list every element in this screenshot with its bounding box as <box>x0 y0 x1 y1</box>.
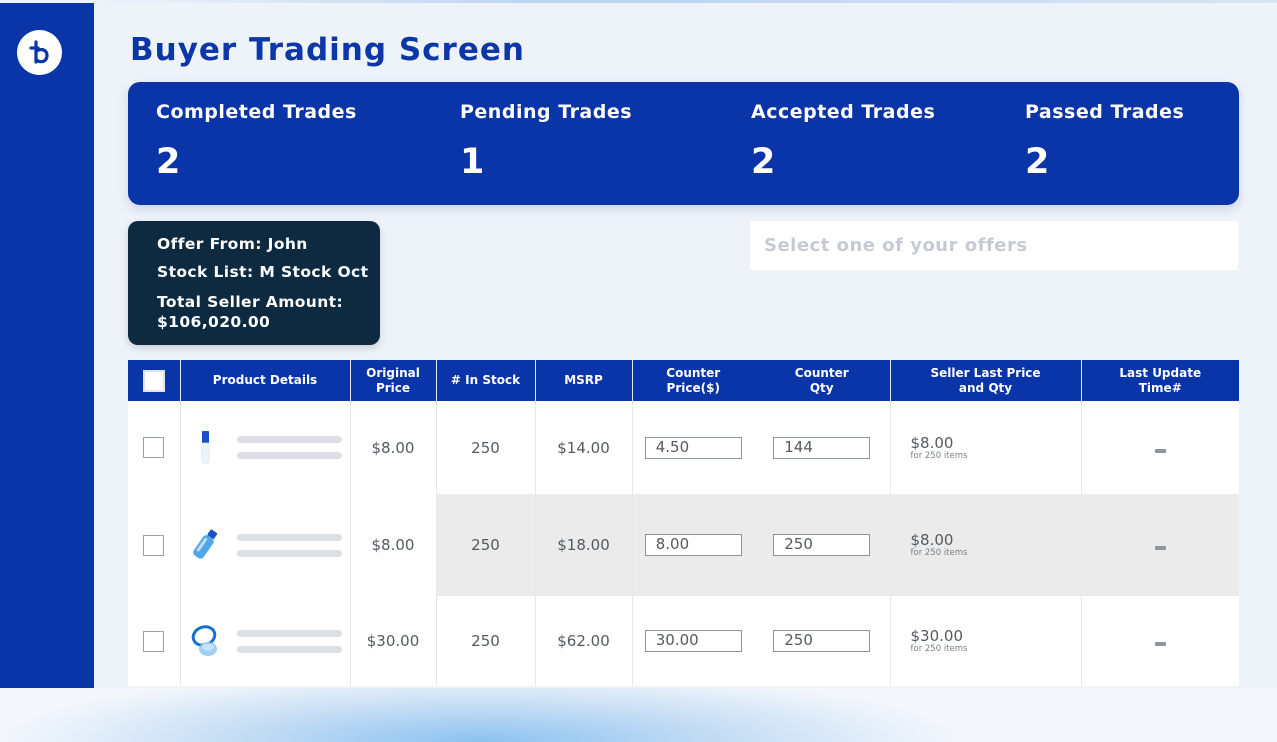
original-price-cell: $30.00 <box>350 596 437 686</box>
offer-stock-list: Stock List: M Stock Oct <box>157 263 369 281</box>
counter-qty-input[interactable]: 250 <box>773 630 871 652</box>
header-line: Time# <box>1138 380 1182 395</box>
counter-price-cell: 30.00 <box>632 596 754 686</box>
product-placeholder-text <box>236 621 342 662</box>
seller-last-price-cell: $8.00 for 250 items <box>890 401 1082 494</box>
counter-price-cell: 4.50 <box>632 401 754 494</box>
header-line: Counter <box>794 365 849 380</box>
empty-dash-icon <box>1154 546 1166 550</box>
seller-last-price: $8.00 <box>910 531 954 549</box>
table-header-row: Product Details Original Price # In Stock… <box>128 360 1239 401</box>
header-line: Price <box>375 380 411 395</box>
original-price-cell: $8.00 <box>350 401 437 494</box>
row-checkbox-cell <box>128 401 181 494</box>
page-title: Buyer Trading Screen <box>130 32 525 68</box>
seller-last-qty: for 250 items <box>910 450 968 461</box>
header-original-price[interactable]: Original Price <box>350 360 437 401</box>
bottom-glow <box>0 688 1277 742</box>
seller-last-price-cell: $8.00 for 250 items <box>890 494 1082 596</box>
product-details-cell[interactable] <box>180 596 351 686</box>
header-line: and Qty <box>958 380 1013 395</box>
row-checkbox-cell <box>128 596 181 686</box>
stat-label: Passed Trades <box>1025 101 1185 123</box>
row-checkbox[interactable] <box>143 534 165 556</box>
stat-value: 1 <box>460 142 485 182</box>
last-update-cell <box>1081 596 1239 686</box>
counter-price-input[interactable]: 8.00 <box>644 534 742 556</box>
header-line: Seller Last Price <box>930 365 1041 380</box>
offer-select-input[interactable] <box>764 235 1224 256</box>
header-product-details[interactable]: Product Details <box>180 360 351 401</box>
offer-from: Offer From: John <box>157 235 308 253</box>
stat-label: Accepted Trades <box>751 101 936 123</box>
header-line: Counter <box>666 365 721 380</box>
row-checkbox-cell <box>128 494 181 596</box>
empty-dash-icon <box>1154 642 1166 646</box>
header-seller-last-price[interactable]: Seller Last Price and Qty <box>890 360 1082 401</box>
stat-label: Pending Trades <box>460 101 633 123</box>
original-price-cell: $8.00 <box>350 494 437 596</box>
offer-summary-card: Offer From: John Stock List: M Stock Oct… <box>128 221 380 345</box>
counter-price-input[interactable]: 4.50 <box>644 436 742 459</box>
stat-value: 2 <box>1025 142 1050 182</box>
header-last-update[interactable]: Last Update Time# <box>1081 360 1239 401</box>
offer-select-field[interactable] <box>750 221 1238 270</box>
product-placeholder-text <box>236 427 342 468</box>
stat-value: 2 <box>751 142 776 182</box>
counter-price-cell: 8.00 <box>632 494 754 596</box>
table-row: $8.00 250 $18.00 8.00 250 $8.00 for 250 … <box>128 494 1239 596</box>
table-row: $8.00 250 $14.00 4.50 144 $8.00 for 250 … <box>128 401 1239 494</box>
spray-icon <box>189 525 223 565</box>
header-line: Price($) <box>666 380 720 395</box>
header-in-stock[interactable]: # In Stock <box>436 360 536 401</box>
counter-qty-input[interactable]: 250 <box>773 534 871 556</box>
seller-last-price: $8.00 <box>910 433 954 452</box>
product-details-cell[interactable] <box>180 494 351 596</box>
header-counter-price[interactable]: Counter Price($) <box>632 360 754 401</box>
sidebar <box>0 3 94 688</box>
msrp-cell: $62.00 <box>535 596 633 686</box>
msrp-cell: $14.00 <box>535 401 633 494</box>
in-stock-cell: 250 <box>436 401 536 494</box>
counter-price-input[interactable]: 30.00 <box>644 630 742 652</box>
header-msrp[interactable]: MSRP <box>535 360 633 401</box>
bottle-icon <box>189 428 223 468</box>
product-placeholder-text <box>236 525 342 566</box>
in-stock-cell: 250 <box>436 596 536 686</box>
offer-total-label: Total Seller Amount: <box>157 293 344 311</box>
offer-total-value: $106,020.00 <box>157 313 271 331</box>
row-checkbox[interactable] <box>143 630 165 652</box>
seller-last-qty: for 250 items <box>910 644 968 654</box>
top-accent-line <box>94 0 1277 3</box>
seller-last-price-cell: $30.00 for 250 items <box>890 596 1082 686</box>
empty-dash-icon <box>1154 448 1166 453</box>
msrp-cell: $18.00 <box>535 494 633 596</box>
in-stock-cell: 250 <box>436 494 536 596</box>
last-update-cell <box>1081 494 1239 596</box>
bowl-icon <box>189 621 223 661</box>
stats-panel: Completed Trades 2 Pending Trades 1 Acce… <box>128 82 1239 205</box>
select-all-cell <box>128 360 181 401</box>
counter-qty-cell: 144 <box>754 401 891 494</box>
table-row: $30.00 250 $62.00 30.00 250 $30.00 for 2… <box>128 596 1239 686</box>
counter-qty-cell: 250 <box>754 494 891 596</box>
trade-table: Product Details Original Price # In Stock… <box>128 360 1239 686</box>
product-details-cell[interactable] <box>180 401 351 494</box>
select-all-checkbox[interactable] <box>142 369 165 392</box>
stat-value: 2 <box>156 142 181 182</box>
header-line: Last Update <box>1119 365 1202 380</box>
seller-last-price: $30.00 <box>910 627 964 645</box>
last-update-cell <box>1081 401 1239 494</box>
header-line: Qty <box>809 380 834 395</box>
header-line: Original <box>366 365 420 380</box>
row-checkbox[interactable] <box>143 437 165 458</box>
counter-qty-input[interactable]: 144 <box>773 436 871 459</box>
app-logo-icon[interactable] <box>17 30 62 75</box>
counter-qty-cell: 250 <box>754 596 891 686</box>
header-counter-qty[interactable]: Counter Qty <box>754 360 891 401</box>
seller-last-qty: for 250 items <box>910 548 968 558</box>
stat-label: Completed Trades <box>156 101 357 123</box>
